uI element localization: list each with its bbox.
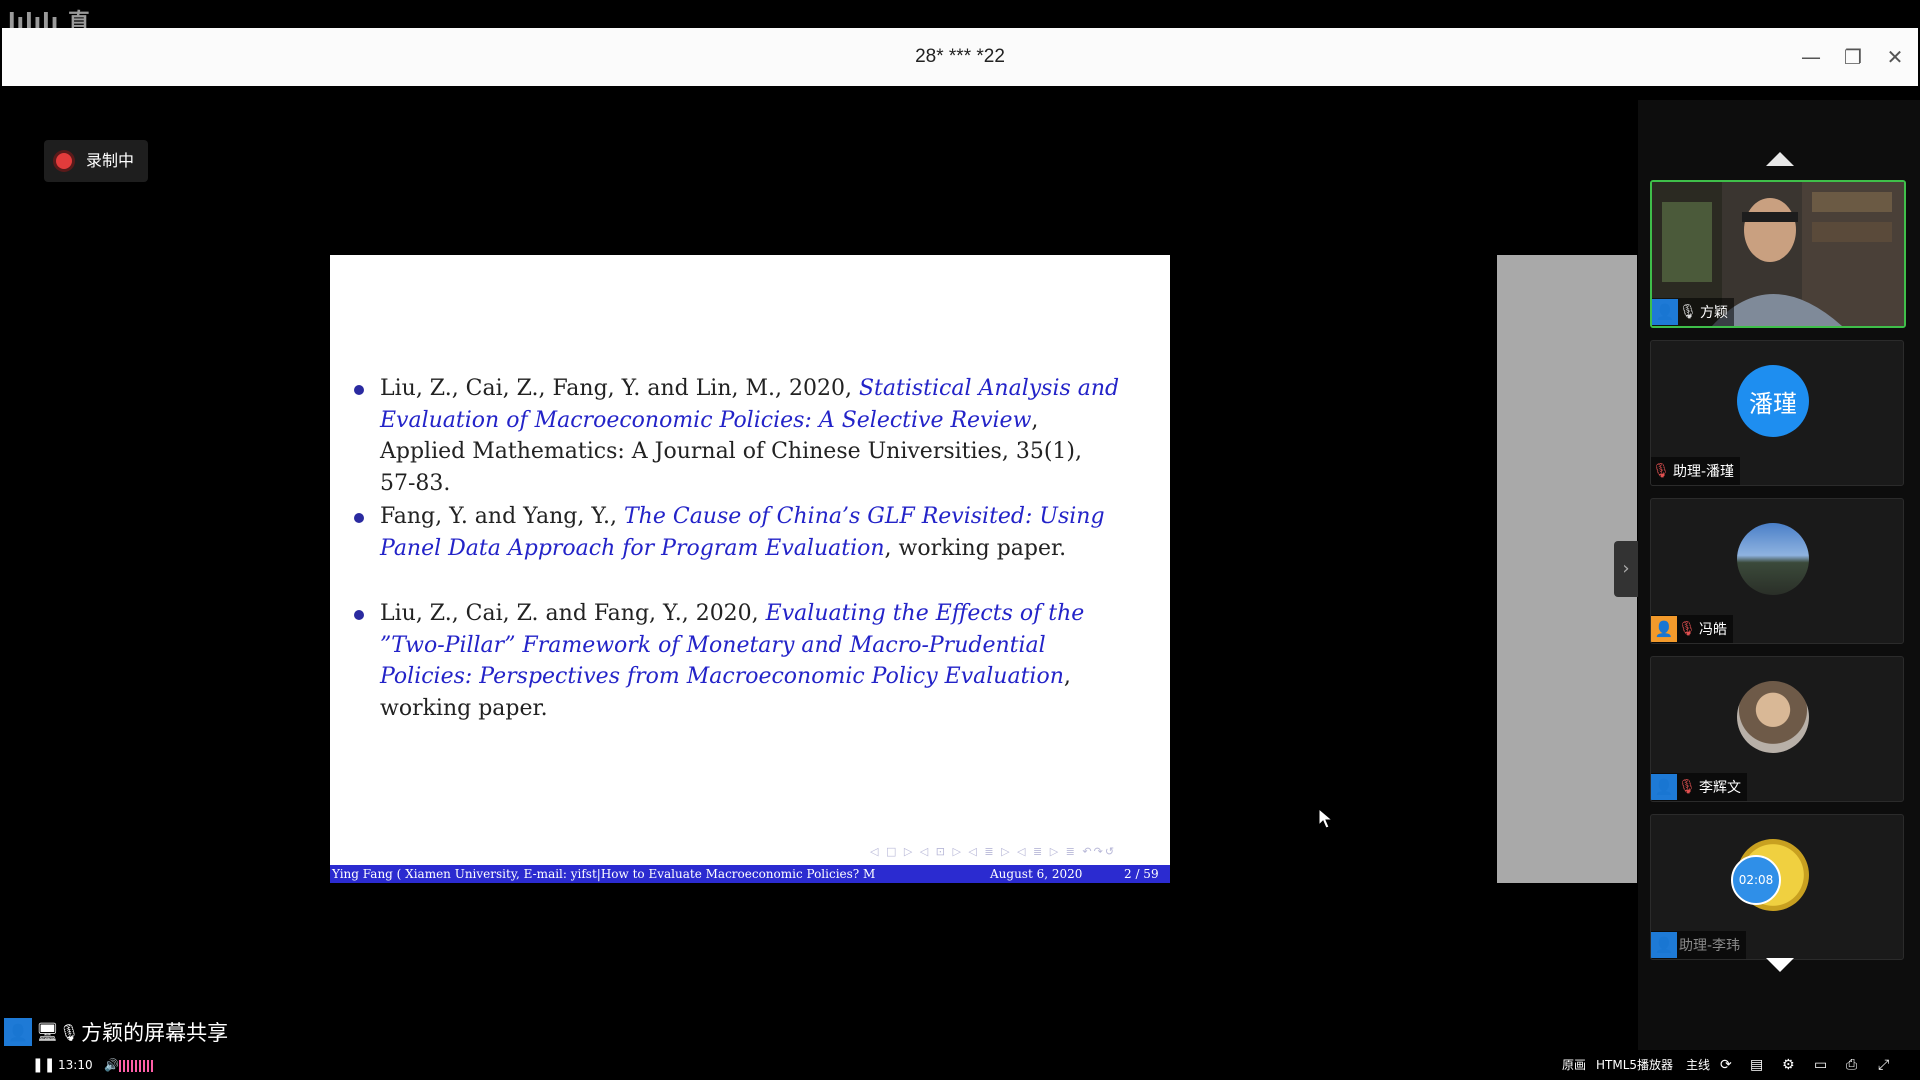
shared-slide: Liu, Z., Cai, Z., Fang, Y. and Lin, M., … (330, 255, 1170, 883)
scroll-up-icon[interactable] (1766, 152, 1794, 166)
bullet-icon (354, 610, 364, 620)
close-icon[interactable]: ✕ (1880, 42, 1910, 72)
fullscreen-icon[interactable]: ⤢ (1878, 1050, 1889, 1080)
beamer-nav-symbols: ◁ □ ▷ ◁ ⊡ ▷ ◁ ≣ ▷ ◁ ≣ ▷ ≣ ↶↷↺ (870, 845, 1117, 858)
reference-item: Fang, Y. and Yang, Y., The Cause of Chin… (354, 501, 1120, 564)
restore-icon[interactable]: ❐ (1838, 42, 1868, 72)
mic-muted-icon: 🎙 (1678, 621, 1696, 637)
slide-footer: Ying Fang ( Xiamen University, E-mail: y… (330, 865, 1170, 883)
participant-tile[interactable]: 👤 🎙 冯皓 (1650, 498, 1904, 644)
participant-name: 助理-李玮 (1679, 938, 1741, 954)
participant-name: 方颖 (1700, 305, 1728, 321)
user-icon: 👤 (1651, 932, 1677, 958)
reference-source: , working paper. (884, 535, 1067, 561)
reference-authors: Liu, Z., Cai, Z. and Fang, Y., 2020, (380, 601, 766, 626)
bullet-icon (354, 513, 364, 523)
screen-share-label: 👤 🖥 🎙 方颖的屏幕共享 (4, 1018, 228, 1046)
user-icon: 👤 (1651, 616, 1677, 642)
player-type-select[interactable]: HTML5播放器 (1596, 1050, 1673, 1080)
line-select[interactable]: 主线 (1686, 1050, 1710, 1080)
participant-namebar: 👤 助理-李玮 (1651, 931, 1747, 959)
user-icon: 👤 (4, 1018, 32, 1046)
participant-tile[interactable]: 👤 🎙 李辉文 (1650, 656, 1904, 802)
minimize-icon[interactable]: — (1796, 42, 1826, 72)
avatar (1737, 681, 1809, 753)
window-title: 28* *** *22 (915, 46, 1005, 67)
playback-time: 13:10 (58, 1058, 93, 1072)
volume-control[interactable]: 🔊 (104, 1050, 153, 1080)
participant-name: 李辉文 (1699, 780, 1741, 796)
scroll-down-icon[interactable] (1766, 958, 1794, 972)
quality-select[interactable]: 原画 (1562, 1050, 1586, 1080)
subtitle-icon[interactable]: ▭ (1814, 1050, 1827, 1080)
participant-tile[interactable]: 02:08 👤 助理-李玮 (1650, 814, 1904, 960)
reference-item: Liu, Z., Cai, Z., Fang, Y. and Lin, M., … (354, 373, 1120, 499)
participant-name: 冯皓 (1699, 622, 1727, 638)
refresh-icon[interactable]: ⟳ (1720, 1050, 1732, 1080)
footer-date: August 6, 2020 (990, 867, 1083, 881)
recording-badge: 录制中 (44, 140, 148, 182)
participant-tile[interactable]: 👤 🎙 方颖 (1650, 180, 1906, 328)
user-icon: 👤 (1651, 774, 1677, 800)
player-bar: ❚❚ 13:10 🔊 原画 HTML5播放器 主线 ⟳ ▤ ⚙ ▭ ⎙ ⤢ (0, 1050, 1920, 1080)
reference-authors: Fang, Y. and Yang, Y., (380, 504, 624, 529)
title-bar: 28* *** *22 — ❐ ✕ (2, 28, 1918, 86)
footer-page-number: 2 / 59 (1124, 867, 1159, 881)
reference-authors: Liu, Z., Cai, Z., Fang, Y. and Lin, M., … (380, 376, 859, 401)
mic-muted-icon: 🎙 (1652, 463, 1670, 479)
participants-panel: 👤 🎙 方颖 潘瑾 🎙 助理-潘瑾 👤 🎙 冯皓 👤 🎙 李辉文 02:08 👤… (1638, 100, 1920, 1050)
panel-collapse-button[interactable]: › (1614, 541, 1638, 597)
mic-icon: 🎙 (58, 1022, 80, 1042)
recording-label: 录制中 (86, 151, 135, 170)
participant-namebar: 👤 🎙 李辉文 (1651, 773, 1747, 801)
record-dot-icon (56, 153, 72, 169)
reference-item: Liu, Z., Cai, Z. and Fang, Y., 2020, Eva… (354, 598, 1120, 724)
pause-icon[interactable]: ❚❚ (32, 1050, 55, 1080)
bullet-icon (354, 385, 364, 395)
share-owner-label: 方颖的屏幕共享 (81, 1021, 229, 1045)
avatar: 潘瑾 (1737, 365, 1809, 437)
participant-name: 助理-潘瑾 (1673, 464, 1735, 480)
participant-namebar: 🎙 助理-潘瑾 (1651, 457, 1741, 485)
user-icon: 👤 (1652, 299, 1678, 325)
danmaku-icon[interactable]: ▤ (1750, 1050, 1763, 1080)
settings-icon[interactable]: ⚙ (1782, 1050, 1795, 1080)
mic-icon: 🎙 (1679, 304, 1697, 320)
top-strip: lılılı 直 (0, 0, 1920, 35)
screenshot-icon[interactable]: ⎙ (1846, 1050, 1857, 1080)
timer-badge: 02:08 (1731, 855, 1781, 905)
avatar (1737, 523, 1809, 595)
participant-namebar: 👤 🎙 冯皓 (1651, 615, 1733, 643)
screen-icon: 🖥 (36, 1021, 59, 1043)
participant-tile[interactable]: 潘瑾 🎙 助理-潘瑾 (1650, 340, 1904, 486)
volume-level[interactable] (118, 1059, 153, 1072)
mic-muted-icon: 🎙 (1678, 779, 1696, 795)
participant-namebar: 👤 🎙 方颖 (1652, 298, 1734, 326)
footer-author: Ying Fang ( Xiamen University, E-mail: y… (332, 867, 876, 881)
